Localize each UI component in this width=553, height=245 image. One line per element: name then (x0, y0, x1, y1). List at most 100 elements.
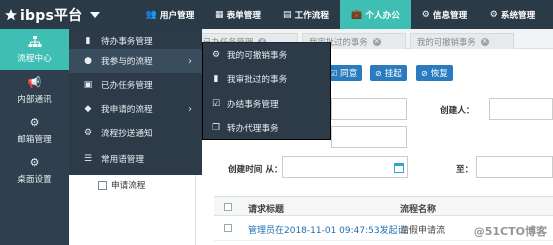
menu-item-label: 已办任务管理 (101, 81, 153, 91)
top-navigation: 👥 用户管理 ▦ 表单管理 ▤ 工作流程 💼 个人办公 ⚙ 信息管理 ⚙ 系统管… (136, 0, 547, 29)
menu-item-completed[interactable]: ▣ 已办任务管理 (69, 73, 202, 97)
suspend-button-label: 挂起 (384, 69, 402, 79)
submenu-item-revocable[interactable]: ⚙ 我的可撤销事务 (203, 43, 330, 67)
submenu-item-label: 我审批过的事务 (227, 75, 288, 85)
pause-icon: ⊘ (375, 68, 382, 78)
submenu: ⚙ 我的可撤销事务 ▮ 我审批过的事务 ☑ 办结事务管理 ❐ 转办代理事务 (202, 42, 331, 140)
submenu-item-label: 转办代理事务 (227, 124, 279, 134)
tree-item-label: 申请流程 (111, 181, 146, 191)
menu-item-label: 待办事务管理 (101, 37, 153, 47)
sitemap-icon (28, 36, 41, 47)
sidebar-item-label: 流程中心 (17, 54, 52, 64)
bookmark-icon: ▮ (85, 36, 91, 46)
top-bar: ibps平台 👥 用户管理 ▦ 表单管理 ▤ 工作流程 💼 个人办公 ⚙ 信息管… (0, 0, 553, 29)
gear-icon: ⚙ (489, 9, 498, 20)
menu-item-applied[interactable]: ◆ 我申请的流程 › (69, 97, 202, 121)
users-icon: 👥 (145, 9, 157, 20)
briefcase-icon: 💼 (351, 9, 363, 20)
submenu-item-closed[interactable]: ☑ 办结事务管理 (203, 92, 330, 116)
brand-name: ibps平台 (20, 7, 83, 24)
grid-header: 请求标题 流程名称 (214, 196, 553, 216)
circle-icon: ● (84, 56, 92, 66)
suspend-button[interactable]: ⊘ 挂起 (370, 65, 407, 81)
agree-button-label: 同意 (340, 69, 358, 79)
menu-item-cc-notice[interactable]: ⚙ 流程抄送通知 (69, 121, 202, 145)
created-time-from-input[interactable] (282, 156, 408, 178)
menu-item-label: 我申请的流程 (101, 105, 153, 115)
menu-item-participated[interactable]: ● 我参与的流程 › (69, 49, 202, 73)
gear-icon: ⚙ (211, 50, 221, 60)
tab-revocable-affairs[interactable]: 我的可撤销事务 × (410, 33, 514, 49)
check-icon: ☑ (211, 99, 221, 109)
star-logo-icon (5, 8, 17, 20)
restore-button[interactable]: ⊘ 恢复 (416, 65, 453, 81)
menu-item-phrases[interactable]: ☰ 常用语管理 (69, 147, 202, 171)
close-icon[interactable]: × (372, 37, 381, 46)
restore-icon: ⊘ (421, 68, 428, 78)
copy-icon: ❐ (211, 123, 221, 133)
gear-icon: ⚙ (29, 156, 40, 169)
creator-input[interactable] (489, 98, 553, 120)
nav-system-label: 系统管理 (500, 10, 536, 21)
file-icon: ▮ (213, 74, 219, 84)
nav-personal-office[interactable]: 💼 个人办公 (340, 0, 411, 29)
list-icon: ☰ (83, 154, 93, 164)
dropdown-menu: ▮ 待办事务管理 ● 我参与的流程 › ▣ 已办任务管理 ◆ 我申请的流程 › … (69, 29, 202, 175)
row-checkbox[interactable] (224, 224, 232, 232)
chevron-right-icon: › (188, 55, 192, 67)
column-header-flow[interactable]: 流程名称 (400, 202, 436, 215)
nav-info[interactable]: ⚙ 信息管理 (411, 0, 478, 29)
menu-item-label: 常用语管理 (101, 155, 144, 165)
nav-forms-label: 表单管理 (226, 10, 261, 21)
inbox-icon: ▣ (83, 80, 93, 90)
restore-button-label: 恢复 (430, 69, 448, 79)
nav-workflow[interactable]: ▤ 工作流程 (272, 0, 340, 29)
gear-icon: ⚙ (421, 9, 430, 20)
sidebar: 流程中心 📢 内部通讯 ⚙ 邮箱管理 ⚙ 桌面设置 (0, 29, 69, 245)
sidebar-item-label: 桌面设置 (17, 174, 52, 185)
gear-icon: ⚙ (83, 128, 93, 138)
nav-personal-office-label: 个人办公 (365, 10, 400, 21)
select-all-checkbox[interactable] (224, 203, 232, 211)
created-time-to-input[interactable] (476, 156, 553, 178)
creator-label: 创建人： (440, 106, 475, 116)
sidebar-item-process-center[interactable]: 流程中心 (0, 29, 69, 70)
row-title-link[interactable]: 管理员在2018-11-01 09:47:53发起请 (248, 223, 407, 236)
sidebar-item-internal-comm[interactable]: 📢 内部通讯 (0, 70, 69, 110)
check-icon: ☑ (330, 68, 338, 78)
submenu-item-delegated[interactable]: ❐ 转办代理事务 (203, 116, 330, 140)
workflow-icon: ▤ (283, 9, 292, 20)
row-flow-name: 请假申请流 (400, 226, 446, 236)
menu-item-label: 流程抄送通知 (101, 129, 153, 139)
chevron-right-icon: › (188, 103, 192, 115)
tab-label: 我的可撤销事务 (417, 36, 476, 47)
document-icon (98, 180, 107, 190)
sidebar-item-label: 邮箱管理 (17, 134, 52, 145)
chevron-down-icon[interactable] (90, 11, 101, 18)
nav-system[interactable]: ⚙ 系统管理 (478, 0, 547, 29)
nav-users[interactable]: 👥 用户管理 (136, 0, 204, 29)
sidebar-item-label: 内部通讯 (17, 94, 52, 105)
sidebar-item-desktop-settings[interactable]: ⚙ 桌面设置 (0, 150, 69, 190)
nav-users-label: 用户管理 (159, 10, 195, 21)
close-icon[interactable]: × (480, 37, 489, 46)
diamond-icon: ◆ (84, 104, 92, 114)
megaphone-icon: 📢 (27, 76, 42, 89)
gear-icon: ⚙ (29, 116, 40, 129)
submenu-item-label: 办结事务管理 (227, 100, 279, 110)
column-header-title[interactable]: 请求标题 (248, 202, 284, 215)
search-field-1[interactable] (331, 98, 407, 120)
nav-forms[interactable]: ▦ 表单管理 (204, 0, 272, 29)
watermark: @51CTO博客 (473, 225, 547, 238)
menu-item-label: 我参与的流程 (101, 57, 153, 67)
search-field-2[interactable] (331, 126, 407, 148)
app-logo[interactable]: ibps平台 (4, 4, 101, 25)
tree-item[interactable]: 申请流程 (98, 179, 145, 191)
submenu-item-label: 我的可撤销事务 (227, 51, 288, 61)
submenu-item-approved[interactable]: ▮ 我审批过的事务 (203, 67, 330, 91)
nav-info-label: 信息管理 (432, 10, 468, 21)
form-icon: ▦ (215, 9, 224, 20)
nav-workflow-label: 工作流程 (294, 10, 329, 21)
calendar-icon[interactable] (394, 163, 404, 173)
sidebar-item-mailbox[interactable]: ⚙ 邮箱管理 (0, 110, 69, 150)
